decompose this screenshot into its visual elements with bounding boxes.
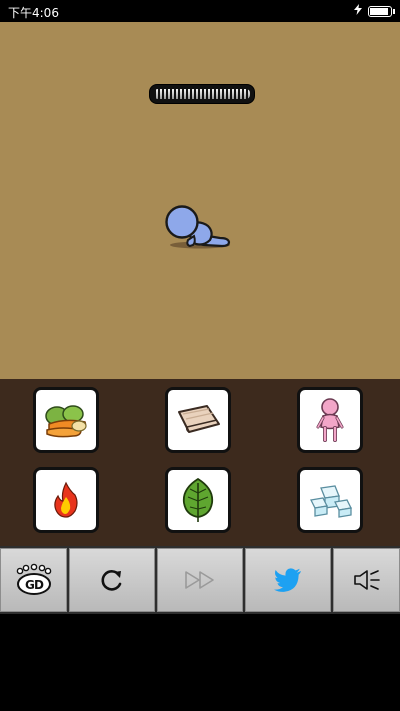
bottom-toolbar: G D — [0, 546, 400, 614]
status-time: 下午4:06 — [8, 6, 59, 20]
svg-text:D: D — [34, 578, 44, 592]
fast-forward-button[interactable] — [157, 548, 243, 612]
status-indicators — [354, 4, 395, 18]
sound-button[interactable] — [333, 548, 400, 612]
progress-bar — [150, 85, 254, 103]
item-slot-ice[interactable] — [297, 467, 363, 533]
battery-fill — [370, 7, 389, 15]
cloth-icon — [178, 405, 220, 433]
item-tray — [0, 379, 400, 546]
doll-icon — [316, 398, 344, 442]
screen-bottom-area — [0, 614, 400, 711]
gd-logo-icon: G D — [16, 563, 51, 595]
fast-forward-icon — [185, 571, 214, 589]
restart-button[interactable] — [69, 548, 155, 612]
speaker-icon — [353, 570, 380, 590]
fire-icon — [54, 481, 78, 518]
status-bar: 下午4:06 — [0, 0, 400, 22]
vegetables-icon — [45, 405, 87, 438]
progress-bar-track — [154, 89, 250, 99]
leaf-icon — [182, 477, 214, 522]
twitter-share-button[interactable] — [245, 548, 331, 612]
item-slot-vegetables[interactable] — [33, 387, 99, 453]
item-slot-leaf[interactable] — [165, 467, 231, 533]
item-slot-doll[interactable] — [297, 387, 363, 453]
item-slot-fire[interactable] — [33, 467, 99, 533]
bolt-icon — [354, 4, 362, 18]
twitter-bird-icon — [274, 568, 301, 592]
battery-icon — [368, 5, 395, 17]
ice-cubes-icon — [310, 485, 352, 518]
restart-icon — [101, 570, 122, 591]
item-slot-cloth[interactable] — [165, 387, 231, 453]
game-scene[interactable] — [0, 22, 400, 379]
gd-logo-button[interactable]: G D — [0, 548, 67, 612]
crawling-baby-character[interactable] — [160, 204, 240, 250]
